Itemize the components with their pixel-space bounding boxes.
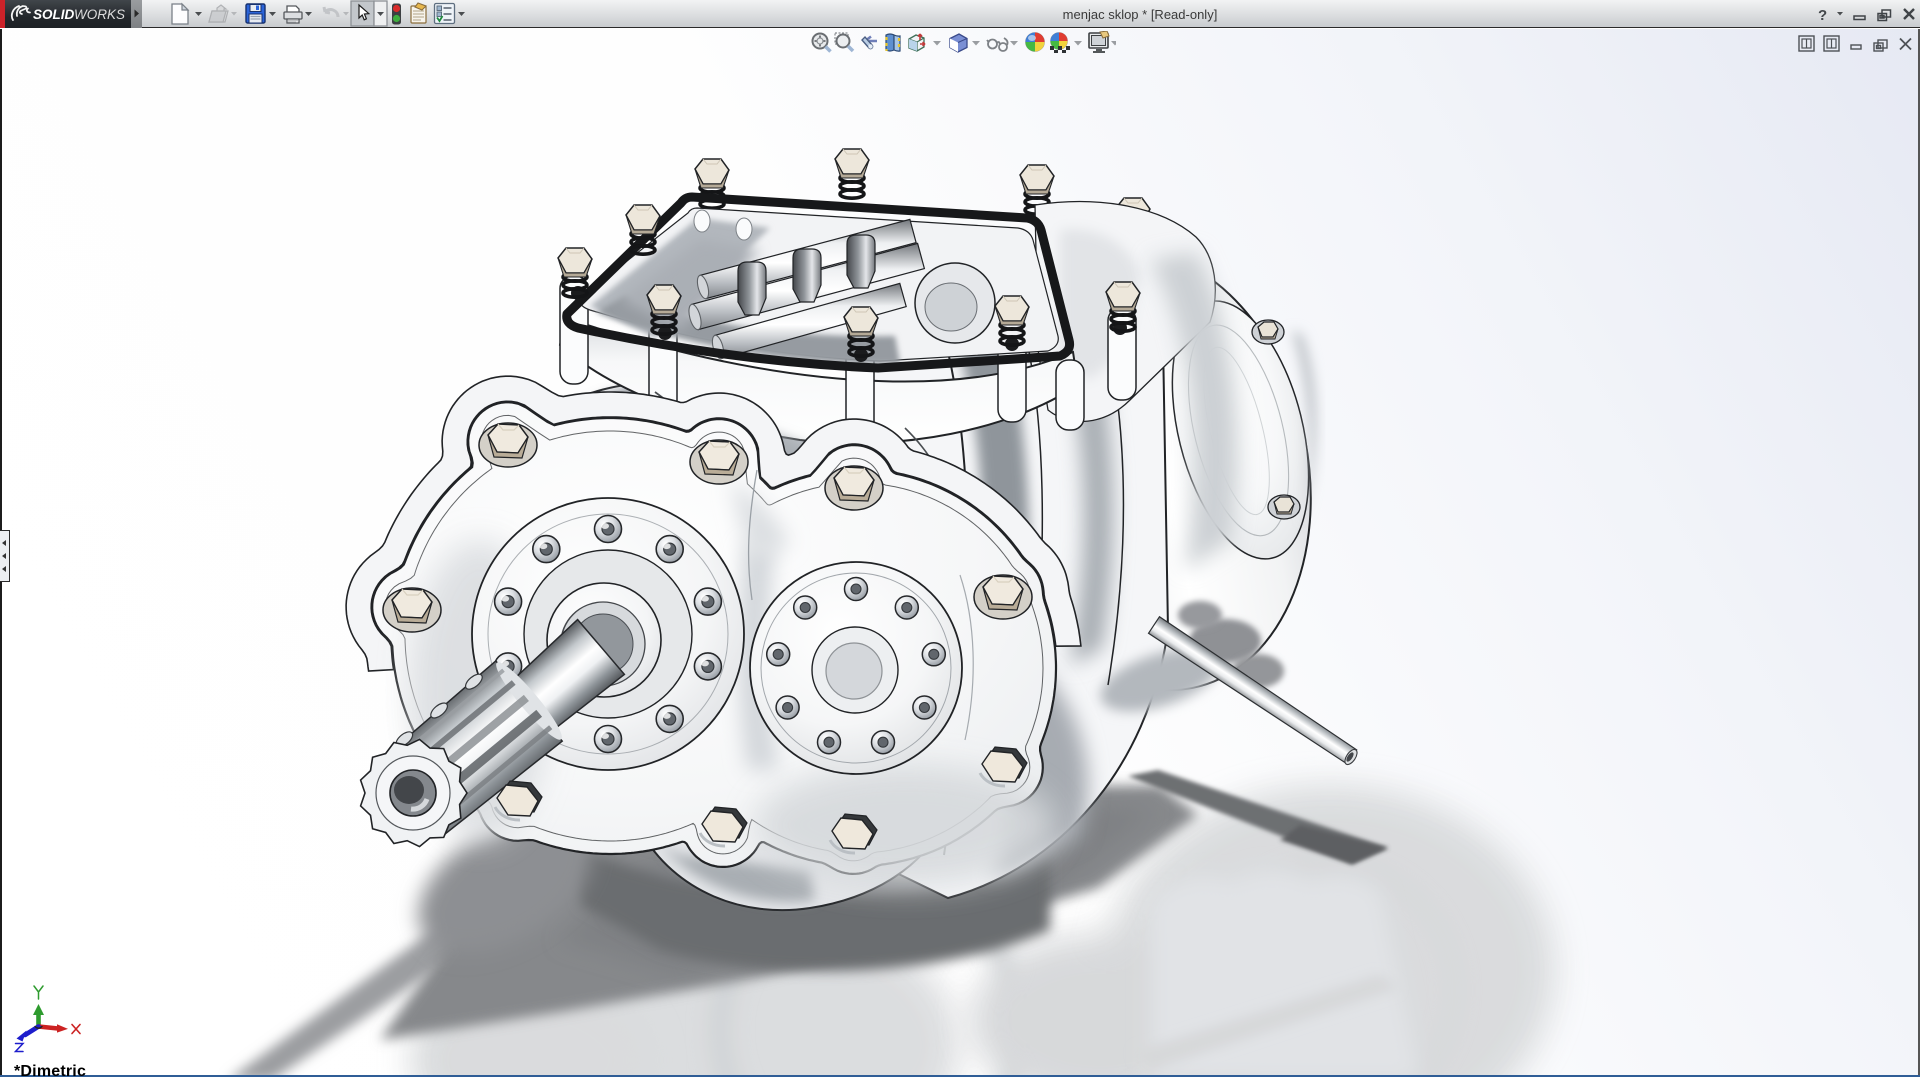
- svg-text:SOLID: SOLID: [33, 7, 75, 22]
- svg-text:WORKS: WORKS: [74, 7, 125, 22]
- svg-text:?: ?: [1818, 7, 1827, 24]
